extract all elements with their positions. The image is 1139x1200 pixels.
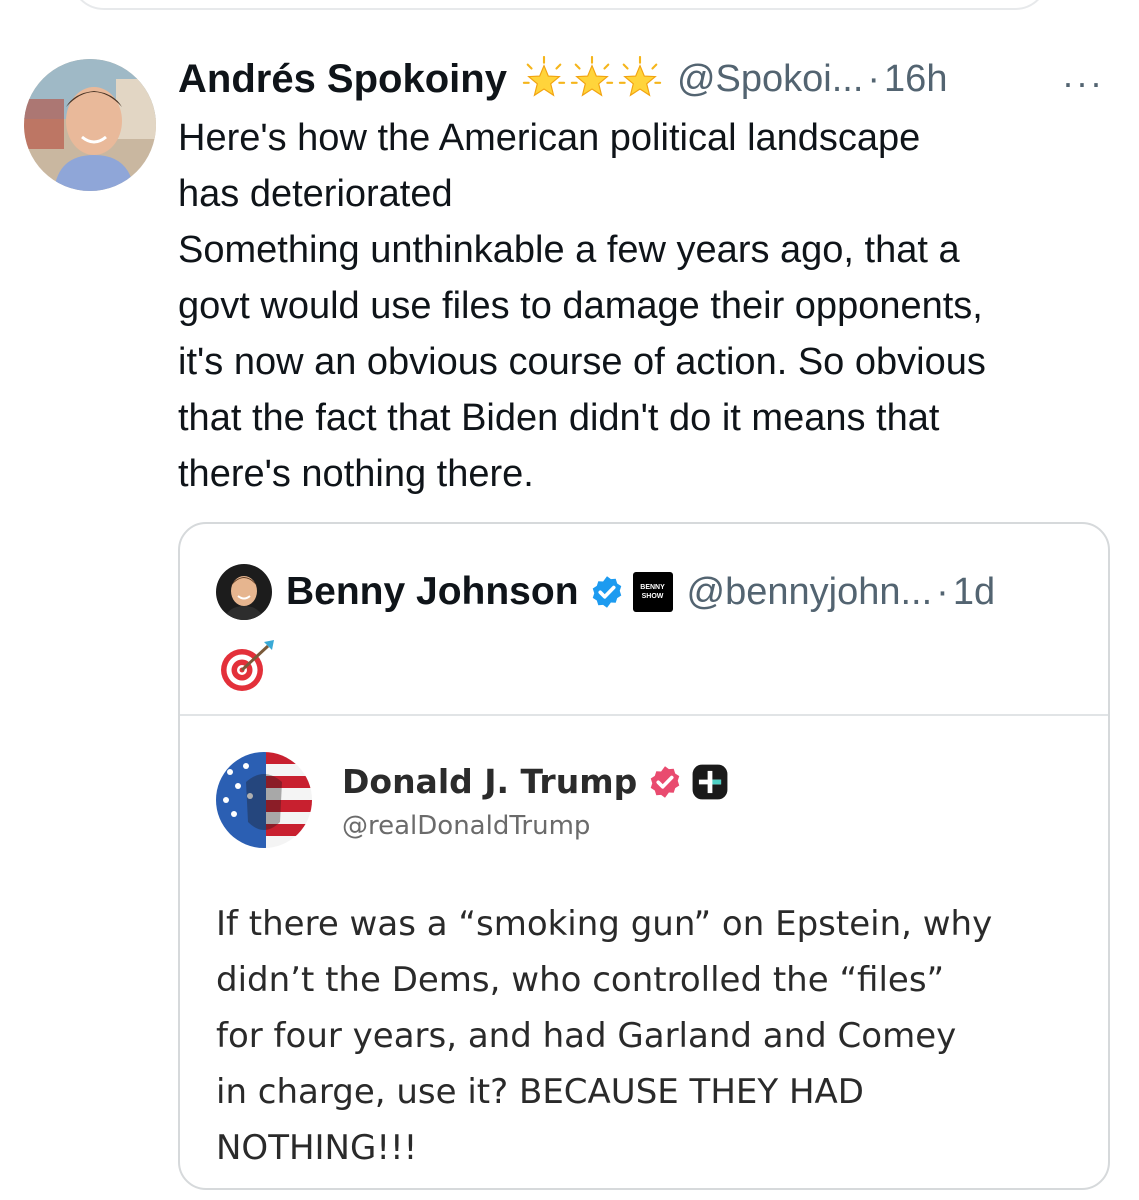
separator-dot: ·	[867, 57, 881, 100]
tweet-text-line: that the fact that Biden didn't do it me…	[178, 397, 940, 439]
quoted-tweet-header: Benny Johnson BENNY SHOW @bennyjohn... ·…	[216, 564, 995, 620]
author-badges	[519, 56, 663, 102]
benny-show-badge-icon: BENNY SHOW	[632, 572, 673, 612]
embedded-author-handle: @realDonaldTrump	[342, 811, 591, 841]
embedded-post-text: If there was a “smoking gun” on Epstein,…	[216, 896, 1096, 1176]
quoted-tweet-card[interactable]: Benny Johnson BENNY SHOW @bennyjohn... ·…	[178, 522, 1110, 1190]
separator-dot: ·	[936, 570, 949, 613]
tweet-text: Here's how the American political landsc…	[178, 110, 1118, 502]
embedded-text-line: in charge, use it? BECAUSE THEY HAD	[216, 1072, 864, 1112]
quoted-author-avatar[interactable]	[216, 564, 272, 620]
tweet-text-line: Here's how the American political landsc…	[178, 117, 921, 159]
direct-hit-target-icon	[221, 640, 274, 691]
quoted-content-divider	[180, 714, 1108, 716]
tweet-text-line: there's nothing there.	[178, 453, 534, 495]
glowing-star-icon	[618, 56, 662, 97]
embedded-author-info: Donald J. Trump @realDonaldTrump	[342, 762, 729, 841]
more-options-icon[interactable]: ···	[1062, 62, 1104, 104]
badge-text-line: BENNY	[640, 584, 665, 591]
author-display-name[interactable]: Andrés Spokoiny	[178, 57, 507, 102]
quoted-post-time[interactable]: 1d	[953, 571, 995, 614]
tweet-text-line: has deteriorated	[178, 173, 453, 215]
author-handle[interactable]: @Spokoi...	[677, 58, 863, 101]
tweet-text-line: Something unthinkable a few years ago, t…	[178, 229, 960, 271]
tweet-text-line: govt would use files to damage their opp…	[178, 285, 983, 327]
tweet-text-line: it's now an obvious course of action. So…	[178, 341, 986, 383]
embedded-text-line: for four years, and had Garland and Come…	[216, 1016, 957, 1056]
embedded-text-line: didn’t the Dems, who controlled the “fil…	[216, 960, 945, 1000]
quoted-author-display-name[interactable]: Benny Johnson	[286, 570, 579, 614]
tweet-header: Andrés Spokoiny @Spokoi... · 16h	[178, 54, 1108, 104]
embedded-author-display-name: Donald J. Trump	[342, 762, 638, 801]
verified-badge-icon	[592, 576, 621, 608]
quoted-author-handle[interactable]: @bennyjohn...	[687, 571, 933, 614]
post-time[interactable]: 16h	[884, 58, 947, 101]
previous-post-card-edge	[70, 0, 1049, 10]
verified-badge-icon	[650, 765, 680, 798]
author-avatar[interactable]	[24, 59, 156, 191]
badge-text-line: SHOW	[641, 593, 664, 600]
truth-social-plus-icon	[692, 764, 728, 799]
embedded-text-line: NOTHING!!!	[216, 1128, 418, 1168]
glowing-star-icon	[570, 56, 614, 97]
glowing-star-icon	[522, 56, 566, 97]
embedded-text-line: If there was a “smoking gun” on Epstein,…	[216, 904, 993, 944]
embedded-author-avatar	[216, 752, 312, 848]
